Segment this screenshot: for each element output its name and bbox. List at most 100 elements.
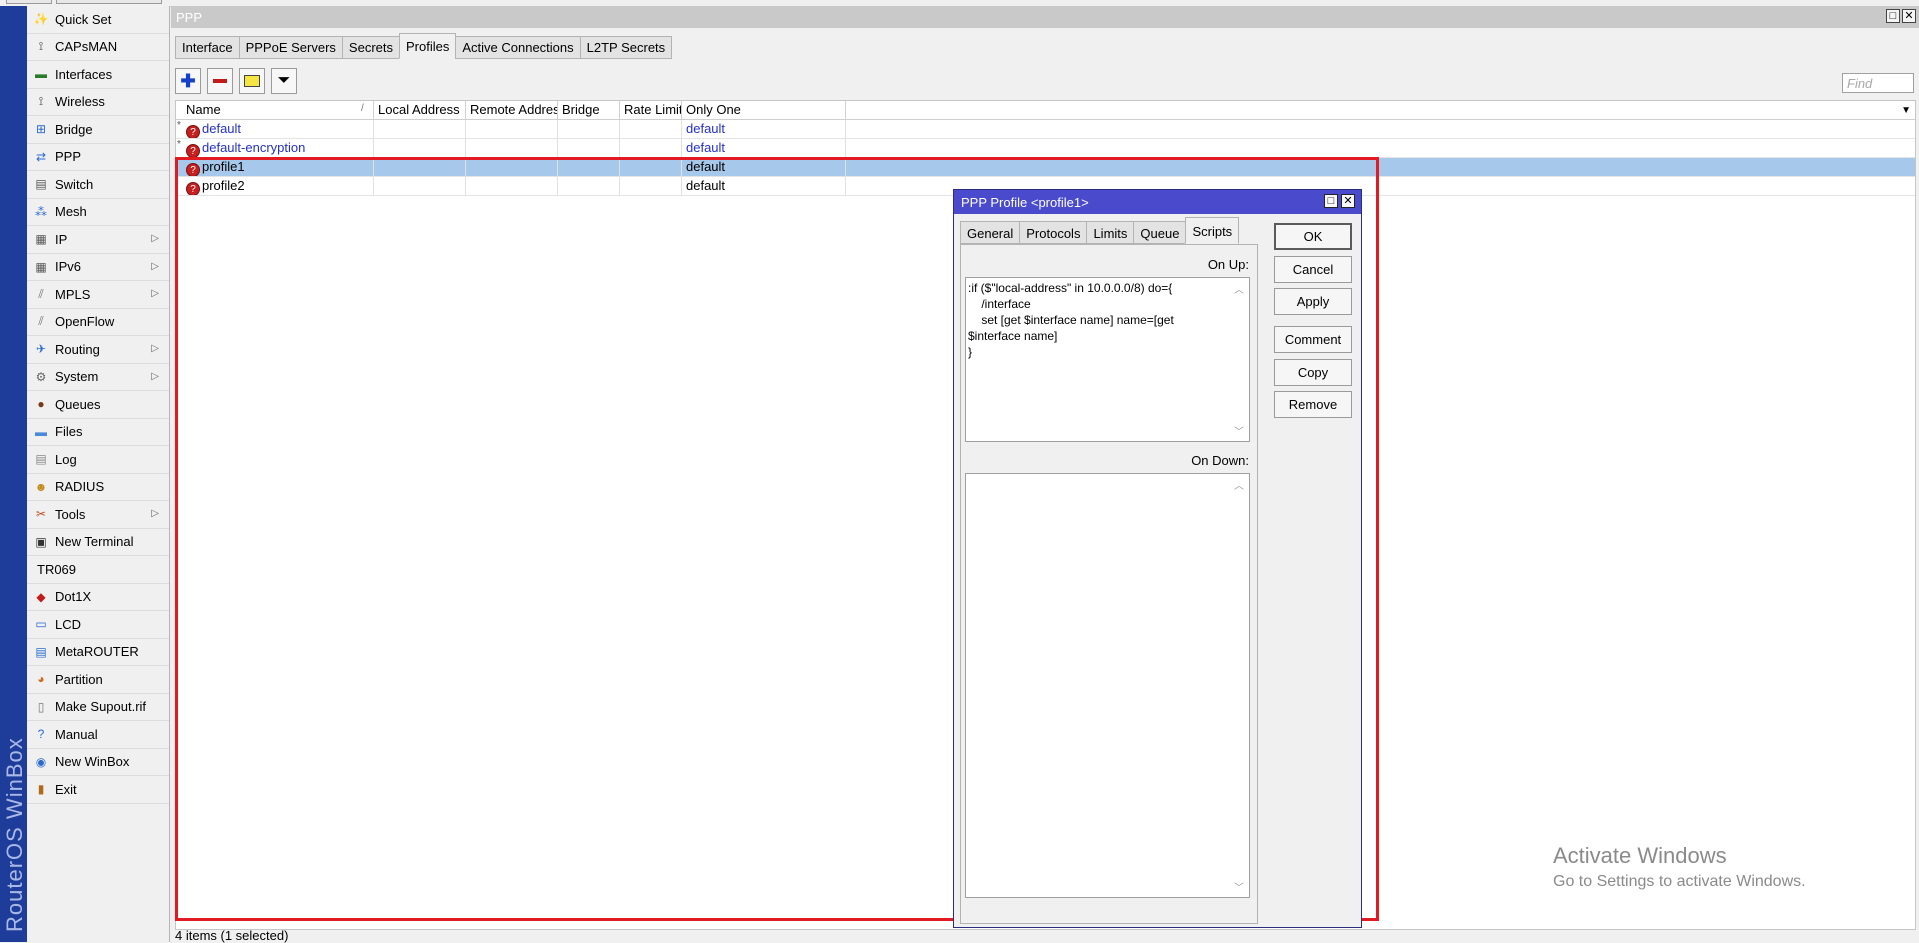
column-header[interactable]: Local Address <box>374 101 466 119</box>
profile-name: profile2 <box>202 178 245 193</box>
top-strip-button[interactable] <box>56 0 162 4</box>
menu-item-manual[interactable]: ? Manual <box>27 721 169 749</box>
menu-item-bridge[interactable]: ⊞ Bridge <box>27 116 169 144</box>
comment-button[interactable]: Comment <box>1274 326 1352 353</box>
menu-item-queues[interactable]: ● Queues <box>27 391 169 419</box>
menu-item-switch[interactable]: ▤ Switch <box>27 171 169 199</box>
scroll-up-icon[interactable]: ︿ <box>1233 281 1245 296</box>
filter-button[interactable]: ⏷ <box>271 68 297 94</box>
maximize-icon[interactable]: □ <box>1886 9 1900 23</box>
scroll-down-icon[interactable]: ﹀ <box>1233 423 1245 438</box>
tab-profiles[interactable]: Profiles <box>399 33 457 59</box>
menu-item-label: OpenFlow <box>55 314 115 330</box>
column-header[interactable]: Rate Limit... <box>620 101 682 119</box>
close-icon[interactable]: ✕ <box>1902 9 1916 23</box>
dialog-tab-general[interactable]: General <box>960 221 1021 244</box>
menu-item-tools[interactable]: ✂ Tools ▷ <box>27 501 169 529</box>
submenu-arrow-icon: ▷ <box>151 343 159 354</box>
window-titlebar[interactable]: PPP □ ✕ <box>171 6 1919 28</box>
on-up-textarea[interactable]: :if ($"local-address" in 10.0.0.0/8) do=… <box>965 277 1250 442</box>
close-icon[interactable]: ✕ <box>1341 194 1355 208</box>
menu-item-wireless[interactable]: ⟟ Wireless <box>27 89 169 116</box>
menu-item-label: Switch <box>55 176 94 192</box>
add-button[interactable]: ✚ <box>175 68 201 94</box>
remove-button[interactable] <box>207 68 233 94</box>
columns-dropdown-icon[interactable]: ▼ <box>1901 105 1911 116</box>
cancel-button[interactable]: Cancel <box>1274 256 1352 283</box>
menu-item-label: IP <box>55 231 68 247</box>
log-icon: ▤ <box>35 452 47 467</box>
apply-button[interactable]: Apply <box>1274 288 1352 315</box>
toolbar: ✚ ⏷ <box>175 68 297 96</box>
copy-button[interactable]: Copy <box>1274 359 1352 386</box>
dialog-tab-scripts[interactable]: Scripts <box>1185 217 1240 244</box>
tab-active-connections[interactable]: Active Connections <box>455 36 581 59</box>
menu-item-routing[interactable]: ✈ Routing ▷ <box>27 336 169 364</box>
menu-item-dot1x[interactable]: ◆ Dot1X <box>27 584 169 611</box>
empty-cell <box>374 120 466 138</box>
only-one-cell: default <box>682 139 846 157</box>
menu-item-ppp[interactable]: ⇄ PPP <box>27 144 169 171</box>
column-header[interactable]: Name <box>182 101 374 119</box>
empty-cell <box>558 139 620 157</box>
scroll-down-icon[interactable]: ﹀ <box>1233 879 1245 894</box>
openflow-icon: ⫽ <box>38 314 44 329</box>
menu-item-label: Partition <box>55 671 103 687</box>
menu-item-mpls[interactable]: ⫽ MPLS ▷ <box>27 281 169 309</box>
menu-item-partition[interactable]: ◕ Partition <box>27 666 169 694</box>
menu-item-capsman[interactable]: ⟟ CAPsMAN <box>27 34 169 61</box>
dialog-tab-queue[interactable]: Queue <box>1133 221 1187 244</box>
antenna-icon: ⟟ <box>38 39 44 54</box>
menu-item-system[interactable]: ⚙ System ▷ <box>27 364 169 391</box>
remove-button[interactable]: Remove <box>1274 391 1352 418</box>
dialog-tab-protocols[interactable]: Protocols <box>1019 221 1088 244</box>
menu-item-metarouter[interactable]: ▤ MetaROUTER <box>27 639 169 666</box>
menu-item-openflow[interactable]: ⫽ OpenFlow <box>27 309 169 336</box>
menu-item-make-supout-rif[interactable]: ▯ Make Supout.rif <box>27 694 169 721</box>
menu-item-log[interactable]: ▤ Log <box>27 446 169 474</box>
row-marker: * <box>177 139 181 150</box>
menu-item-files[interactable]: ▬ Files <box>27 419 169 446</box>
on-down-textarea[interactable] <box>965 473 1250 898</box>
menu-item-lcd[interactable]: ▭ LCD <box>27 611 169 639</box>
maximize-icon[interactable]: □ <box>1324 194 1338 208</box>
column-header[interactable]: Bridge <box>558 101 620 119</box>
tab-interface[interactable]: Interface <box>175 36 240 59</box>
menu-item-new-terminal[interactable]: ▣ New Terminal <box>27 529 169 556</box>
top-strip-button[interactable] <box>6 0 52 4</box>
menu-item-mesh[interactable]: ⁂ Mesh <box>27 199 169 226</box>
table-row[interactable]: *? default-encryption default <box>176 139 1915 158</box>
menu-item-quick-set[interactable]: ✨ Quick Set <box>27 6 169 34</box>
column-header[interactable]: Remote Address <box>466 101 558 119</box>
scroll-up-icon[interactable]: ︿ <box>1233 477 1245 492</box>
empty-cell <box>466 139 558 157</box>
dialog-tab-limits[interactable]: Limits <box>1086 221 1135 244</box>
row-marker: * <box>177 120 181 131</box>
menu-item-new-winbox[interactable]: ◉ New WinBox <box>27 749 169 776</box>
tab-secrets[interactable]: Secrets <box>341 36 400 59</box>
column-header[interactable]: Only One <box>682 101 846 119</box>
comment-button[interactable] <box>239 68 265 94</box>
find-input[interactable]: Find <box>1842 73 1914 93</box>
dialog-titlebar[interactable]: PPP Profile <profile1> □ ✕ <box>954 190 1361 214</box>
empty-cell <box>374 139 466 157</box>
routing-icon: ✈ <box>35 342 47 357</box>
menu-item-label: Interfaces <box>55 66 113 82</box>
menu-item-ip[interactable]: ▦ IP ▷ <box>27 226 169 254</box>
menu-item-interfaces[interactable]: ▬ Interfaces <box>27 61 169 89</box>
ok-button[interactable]: OK <box>1274 223 1352 250</box>
tab-l2tp-secrets[interactable]: L2TP Secrets <box>579 36 673 59</box>
menu-item-radius[interactable]: ☻ RADIUS <box>27 474 169 501</box>
folder-icon: ▬ <box>35 424 47 439</box>
menu-item-label: New WinBox <box>55 754 130 770</box>
empty-cell <box>466 120 558 138</box>
menu-item-tr069[interactable]: TR069 <box>27 556 169 584</box>
profile-name-cell: ? profile1 <box>182 158 374 176</box>
tab-pppoe-servers[interactable]: PPPoE Servers <box>238 36 343 59</box>
profile-icon: ? <box>186 144 200 157</box>
menu-item-ipv6[interactable]: ▦ IPv6 ▷ <box>27 254 169 281</box>
menu-item-exit[interactable]: ▮ Exit <box>27 776 169 804</box>
table-row[interactable]: ? profile1 default <box>176 158 1915 177</box>
table-row[interactable]: *? default default <box>176 120 1915 139</box>
menu-item-label: TR069 <box>37 561 77 577</box>
